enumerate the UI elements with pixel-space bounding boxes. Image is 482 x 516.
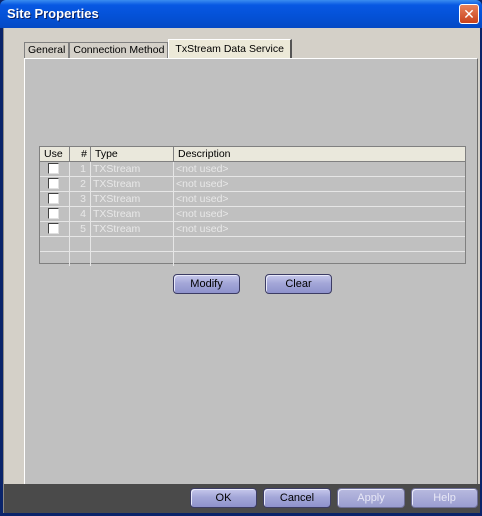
empty-cell bbox=[174, 237, 465, 251]
empty-row bbox=[40, 252, 465, 266]
use-cell bbox=[40, 207, 70, 221]
description-cell: <not used> bbox=[176, 163, 229, 175]
empty-cell bbox=[40, 237, 70, 251]
dialog-frame: General Connection Method TxStream Data … bbox=[3, 28, 480, 513]
tab-strip: General Connection Method TxStream Data … bbox=[24, 38, 292, 59]
column-header-description[interactable]: Description bbox=[174, 147, 465, 161]
window-title: Site Properties bbox=[7, 6, 99, 21]
apply-button[interactable]: Apply bbox=[337, 488, 405, 508]
table-row[interactable]: 1 TXStream <not used> bbox=[40, 162, 465, 177]
use-checkbox[interactable] bbox=[48, 163, 59, 174]
close-icon: ✕ bbox=[463, 6, 475, 22]
empty-cell bbox=[70, 237, 91, 251]
tab-connection-method[interactable]: Connection Method bbox=[69, 42, 169, 58]
clear-button[interactable]: Clear bbox=[265, 274, 332, 294]
empty-cell bbox=[91, 252, 174, 266]
help-button[interactable]: Help bbox=[411, 488, 478, 508]
close-button[interactable]: ✕ bbox=[459, 4, 479, 24]
number-cell: 4 bbox=[70, 207, 91, 221]
description-cell: <not used> bbox=[176, 193, 229, 205]
type-cell: TXStream bbox=[91, 207, 174, 221]
use-checkbox[interactable] bbox=[48, 193, 59, 204]
ok-button[interactable]: OK bbox=[190, 488, 257, 508]
use-cell bbox=[40, 222, 70, 236]
use-checkbox[interactable] bbox=[48, 223, 59, 234]
empty-cell bbox=[174, 252, 465, 266]
empty-cell bbox=[40, 252, 70, 266]
number-cell: 1 bbox=[70, 162, 91, 176]
empty-cell bbox=[91, 237, 174, 251]
column-header-type[interactable]: Type bbox=[91, 147, 174, 161]
tab-txstream-data-service[interactable]: TxStream Data Service bbox=[168, 39, 292, 59]
type-cell: TXStream bbox=[91, 222, 174, 236]
number-cell: 3 bbox=[70, 192, 91, 206]
use-cell bbox=[40, 177, 70, 191]
table-row[interactable]: 4 TXStream <not used> bbox=[40, 207, 465, 222]
column-header-number[interactable]: # bbox=[70, 147, 91, 161]
table-header: Use # Type Description bbox=[40, 147, 465, 162]
title-bar[interactable]: Site Properties ✕ bbox=[0, 0, 482, 28]
use-cell bbox=[40, 192, 70, 206]
tab-general[interactable]: General bbox=[24, 42, 70, 58]
description-cell: <not used> bbox=[176, 208, 229, 220]
type-cell: TXStream bbox=[91, 162, 174, 176]
table-row[interactable]: 2 TXStream <not used> bbox=[40, 177, 465, 192]
service-table: Use # Type Description 1 TXStream <not u… bbox=[39, 146, 466, 266]
column-header-use[interactable]: Use bbox=[40, 147, 70, 161]
use-checkbox[interactable] bbox=[48, 208, 59, 219]
type-cell: TXStream bbox=[91, 192, 174, 206]
description-cell: <not used> bbox=[176, 223, 229, 235]
type-cell: TXStream bbox=[91, 177, 174, 191]
table-row[interactable]: 3 TXStream <not used> bbox=[40, 192, 465, 207]
site-properties-window: Site Properties ✕ General Connection Met… bbox=[0, 0, 482, 516]
use-cell bbox=[40, 162, 70, 176]
use-checkbox[interactable] bbox=[48, 178, 59, 189]
description-cell: <not used> bbox=[176, 178, 229, 190]
table-row[interactable]: 5 TXStream <not used> bbox=[40, 222, 465, 237]
empty-row bbox=[40, 237, 465, 252]
empty-cell bbox=[70, 252, 91, 266]
number-cell: 5 bbox=[70, 222, 91, 236]
cancel-button[interactable]: Cancel bbox=[263, 488, 331, 508]
tab-panel: Use # Type Description 1 TXStream <not u… bbox=[24, 58, 478, 512]
number-cell: 2 bbox=[70, 177, 91, 191]
modify-button[interactable]: Modify bbox=[173, 274, 240, 294]
